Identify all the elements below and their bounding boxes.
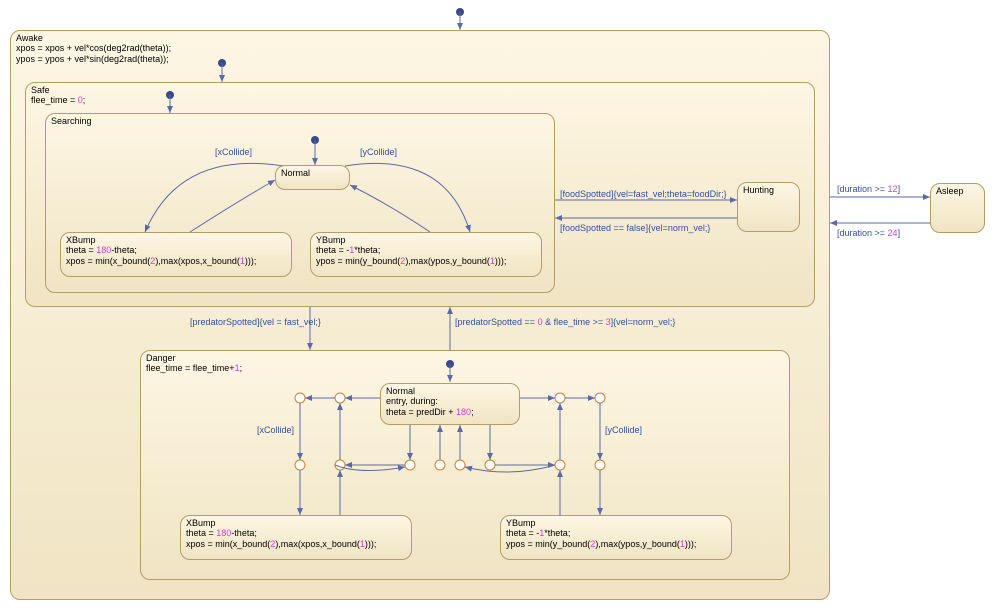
state-title: XBump — [186, 518, 406, 528]
state-code: theta = -1*theta; — [506, 528, 726, 539]
state-code: theta = 180-theta; — [66, 245, 286, 256]
state-code: theta = 180-theta; — [186, 528, 406, 539]
state-title: Asleep — [936, 186, 979, 196]
state-title: YBump — [506, 518, 726, 528]
state-code: xpos = min(x_bound(2),max(xpos,x_bound(1… — [186, 539, 406, 550]
state-title: Normal — [386, 386, 514, 396]
state-searching-normal[interactable]: Normal — [275, 165, 350, 190]
state-title: Danger — [146, 353, 784, 363]
state-code: theta = -1*theta; — [316, 245, 536, 256]
state-title: Searching — [51, 116, 549, 126]
state-title: XBump — [66, 235, 286, 245]
state-code: theta = predDir + 180; — [386, 407, 514, 418]
state-code: ypos = min(y_bound(2),max(ypos,y_bound(1… — [316, 256, 536, 267]
state-code: ypos = min(y_bound(2),max(ypos,y_bound(1… — [506, 539, 726, 550]
state-hunting[interactable]: Hunting — [737, 182, 800, 232]
state-title: Normal — [281, 168, 344, 178]
state-danger-normal[interactable]: Normal entry, during: theta = predDir + … — [380, 383, 520, 425]
state-danger-xbump[interactable]: XBump theta = 180-theta; xpos = min(x_bo… — [180, 515, 412, 560]
state-code: flee_time = 0; — [31, 95, 809, 106]
state-title: Hunting — [743, 185, 794, 195]
svg-text:[duration >= 12]: [duration >= 12] — [837, 184, 900, 194]
state-code: xpos = xpos + vel*cos(deg2rad(theta)); — [16, 43, 824, 54]
state-code: ypos = ypos + vel*sin(deg2rad(theta)); — [16, 54, 824, 65]
state-asleep[interactable]: Asleep — [930, 183, 985, 233]
state-searching-xbump[interactable]: XBump theta = 180-theta; xpos = min(x_bo… — [60, 232, 292, 277]
state-danger-ybump[interactable]: YBump theta = -1*theta; ypos = min(y_bou… — [500, 515, 732, 560]
state-code: flee_time = flee_time+1; — [146, 363, 784, 374]
state-title: Awake — [16, 33, 824, 43]
state-title: Safe — [31, 85, 809, 95]
svg-text:[duration >= 24]: [duration >= 24] — [837, 228, 900, 238]
state-code: xpos = min(x_bound(2),max(xpos,x_bound(1… — [66, 256, 286, 267]
state-code: entry, during: — [386, 396, 514, 407]
state-searching-ybump[interactable]: YBump theta = -1*theta; ypos = min(y_bou… — [310, 232, 542, 277]
state-title: YBump — [316, 235, 536, 245]
